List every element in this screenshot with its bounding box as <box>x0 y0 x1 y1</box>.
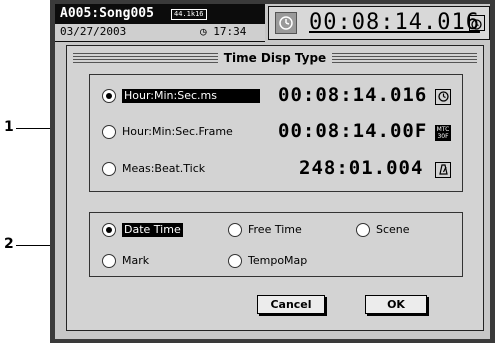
time-counter[interactable]: 00:08:14.016 <box>268 6 490 40</box>
option-label-scene[interactable]: Scene <box>376 223 410 237</box>
time-disp-type-dialog: Time Disp Type Hour:Min:Sec.ms 00:08:14.… <box>66 45 484 331</box>
option-label-free-time[interactable]: Free Time <box>248 223 302 237</box>
dialog-titlebar: Time Disp Type <box>67 49 483 69</box>
option-label-mark[interactable]: Mark <box>122 254 149 268</box>
time-counter-value: 00:08:14.016 <box>309 10 480 35</box>
radio-meas-beat-tick[interactable] <box>102 162 116 176</box>
option-label-tempo-map[interactable]: TempoMap <box>248 254 307 268</box>
time-format-group: Hour:Min:Sec.ms 00:08:14.016 Hour:Min:Se… <box>89 74 463 192</box>
radio-tempo-map[interactable] <box>228 254 242 268</box>
display-type-group: Date Time Free Time Scene Mark TempoMap <box>89 212 463 277</box>
option-label-hms-frame[interactable]: Hour:Min:Sec.Frame <box>122 125 233 139</box>
clock-display: ◷ 17:34 <box>200 25 247 38</box>
radio-mark[interactable] <box>102 254 116 268</box>
option-label-date-time[interactable]: Date Time <box>122 223 183 237</box>
radio-free-time[interactable] <box>228 223 242 237</box>
clock-icon <box>435 89 451 105</box>
radio-hms-ms[interactable] <box>102 89 116 103</box>
option-value-hms-frame: 00:08:14.00F <box>278 120 428 142</box>
callout-1: 1 <box>4 119 14 135</box>
dialog-title: Time Disp Type <box>217 51 333 65</box>
option-value-meas-beat-tick: 248:01.004 <box>299 157 424 179</box>
option-label-hms-ms[interactable]: Hour:Min:Sec.ms <box>122 89 260 103</box>
clock-icon <box>469 15 485 31</box>
sample-rate-badge: 44.1k16 <box>171 9 207 20</box>
song-name: A005:Song005 <box>60 6 154 21</box>
date-display: 03/27/2003 <box>60 25 127 38</box>
locate-icon[interactable] <box>275 12 297 34</box>
option-label-meas-beat-tick[interactable]: Meas:Beat.Tick <box>122 162 205 176</box>
radio-date-time[interactable] <box>102 223 116 237</box>
metronome-icon <box>435 162 451 178</box>
cancel-button[interactable]: Cancel <box>257 295 325 314</box>
callout-2: 2 <box>4 236 14 252</box>
ok-button[interactable]: OK <box>365 295 427 314</box>
option-value-hms-ms: 00:08:14.016 <box>278 84 428 106</box>
info-bar: 03/27/2003 ◷ 17:34 <box>55 24 265 41</box>
mtc-icon: MTC 30F <box>435 125 451 141</box>
radio-scene[interactable] <box>356 223 370 237</box>
radio-hms-frame[interactable] <box>102 125 116 139</box>
